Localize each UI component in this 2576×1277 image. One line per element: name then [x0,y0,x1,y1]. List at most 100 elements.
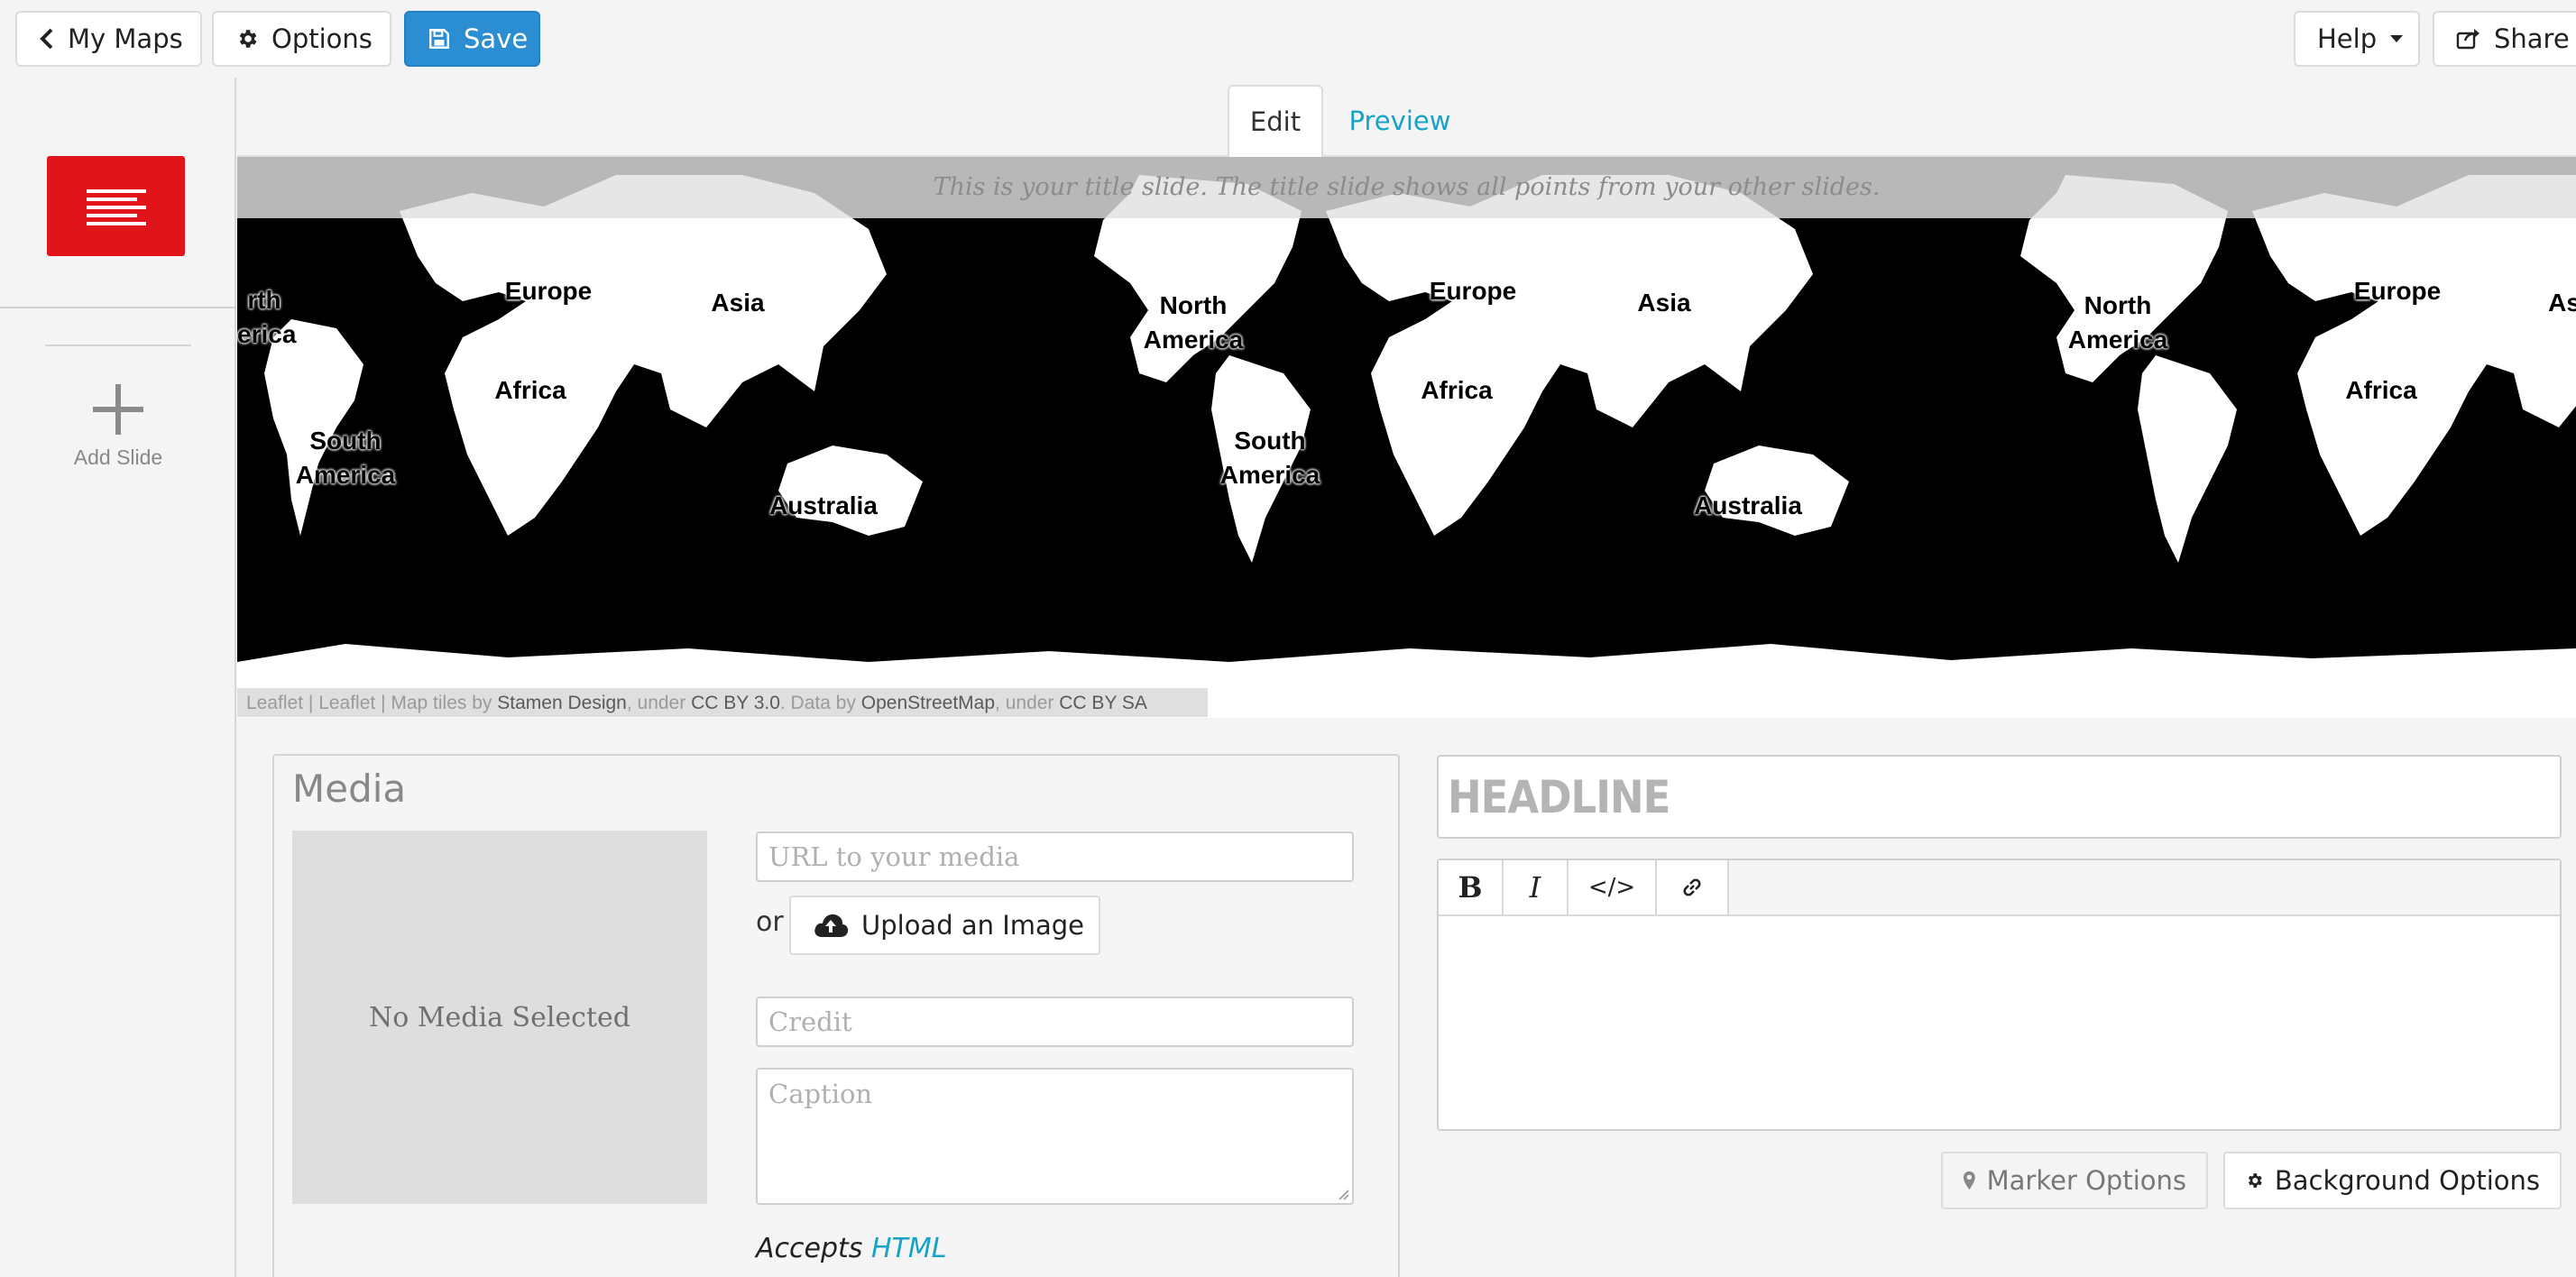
map-label: As [2548,289,2576,317]
gear-icon [2248,1173,2262,1188]
or-label: or [756,906,784,938]
bold-button[interactable]: B [1439,860,1504,914]
link-button[interactable] [1657,860,1729,914]
text-lines-icon [87,189,146,225]
map-label: America [2067,326,2168,354]
cloud-upload-icon [814,914,849,937]
marker-options-button[interactable]: Marker Options [1941,1152,2208,1209]
bold-label: B [1458,870,1483,905]
italic-button[interactable]: I [1504,860,1569,914]
caption-placeholder: Caption [768,1079,873,1109]
italic-label: I [1529,870,1541,905]
media-url-input[interactable]: URL to your media [756,831,1354,882]
accepts-html-note: Accepts HTML [756,1233,946,1264]
upload-image-button[interactable]: Upload an Image [789,896,1100,955]
add-slide-label: Add Slide [73,446,163,469]
upload-image-label: Upload an Image [861,910,1085,941]
help-button[interactable]: Help [2294,11,2420,67]
rich-text-editor[interactable]: B I </> [1437,859,2562,1131]
attribution-link[interactable]: CC BY 3.0 [691,693,780,713]
map-label: Australia [769,492,878,519]
save-icon [429,29,449,49]
map-attribution: Leaflet | Leaflet | Map tiles by Stamen … [237,688,1208,717]
code-label: </> [1587,874,1636,901]
attribution-text: , under [995,693,1060,713]
attribution-text: | [303,693,319,713]
accepts-label: Accepts [756,1233,863,1264]
attribution-link[interactable]: Stamen Design [497,693,627,713]
map-label: Asia [711,289,765,317]
editor-toolbar: B I </> [1439,860,2560,916]
chevron-left-icon [40,28,53,50]
attribution-link[interactable]: OpenStreetMap [861,693,995,713]
tab-edit-label: Edit [1249,106,1302,137]
caret-down-icon [2390,35,2404,42]
save-button[interactable]: Save [404,11,540,67]
credit-input[interactable]: Credit [756,997,1354,1047]
media-preview: No Media Selected [292,831,707,1204]
attribution-link[interactable]: Leaflet [246,693,303,713]
map-label: Europe [2353,277,2442,305]
plus-icon [93,384,143,435]
media-url-placeholder: URL to your media [768,841,1020,872]
attribution-link[interactable]: Leaflet [318,693,375,713]
map-label: rth [247,286,281,314]
sidebar-divider [45,345,191,346]
title-slide-note: This is your title slide. The title slid… [933,172,1881,201]
share-button[interactable]: Share [2433,11,2576,67]
attribution-link[interactable]: CC BY SA [1059,693,1147,713]
marker-options-label: Marker Options [1986,1165,2186,1196]
attribution-text: . Data by [779,693,861,713]
background-options-button[interactable]: Background Options [2223,1152,2562,1209]
gear-icon [239,30,257,48]
attribution-text: , under [626,693,692,713]
no-media-label: No Media Selected [368,1001,630,1034]
title-slide-banner: This is your title slide. The title slid… [237,155,2576,218]
map-view[interactable]: rth erica Europe Asia Africa South Ameri… [237,155,2576,718]
title-slide-thumbnail[interactable] [47,156,185,256]
background-options-label: Background Options [2274,1165,2540,1196]
options-button[interactable]: Options [212,11,391,67]
html-link[interactable]: HTML [871,1233,946,1264]
help-label: Help [2317,23,2378,54]
map-label: North [1159,291,1228,319]
map-marker-icon [1963,1171,1975,1190]
credit-placeholder: Credit [768,1006,852,1037]
map-label: Europe [504,277,593,305]
map-label: Africa [494,376,566,404]
options-label: Options [271,23,373,54]
map-label: South [1234,427,1306,455]
map-label: North [2084,291,2152,319]
share-label: Share [2494,23,2570,54]
save-label: Save [464,23,529,54]
media-title: Media [292,767,407,811]
caption-textarea[interactable]: Caption [756,1068,1354,1205]
headline-input[interactable]: HEADLINE [1437,755,2562,839]
map-label: Africa [1421,376,1493,404]
add-slide-button[interactable]: Add Slide [36,377,200,494]
my-maps-button[interactable]: My Maps [15,11,202,67]
sidebar-divider [0,307,236,308]
map-label: Asia [1637,289,1691,317]
map-label: America [1143,326,1244,354]
map-label: Africa [2345,376,2417,404]
headline-placeholder: HEADLINE [1448,770,1670,823]
link-icon [1683,878,1701,896]
top-toolbar: My Maps Options Save Help Share [0,0,2576,78]
my-maps-label: My Maps [68,23,183,54]
resize-handle-icon[interactable] [1337,1188,1349,1200]
tab-preview-label: Preview [1348,106,1451,136]
slide-sidebar: Add Slide [0,78,236,1277]
attribution-text: | Map tiles by [375,693,498,713]
map-label: Australia [1694,492,1802,519]
map-label: South [309,427,382,455]
code-button[interactable]: </> [1569,860,1657,914]
map-label: America [295,461,396,489]
tab-edit[interactable]: Edit [1228,85,1323,157]
map-label: America [1219,461,1320,489]
map-label: erica [237,320,297,348]
share-icon [2456,29,2479,50]
tab-preview[interactable]: Preview [1333,85,1467,157]
world-map-tiles [237,175,2576,718]
map-label: Europe [1429,277,1517,305]
